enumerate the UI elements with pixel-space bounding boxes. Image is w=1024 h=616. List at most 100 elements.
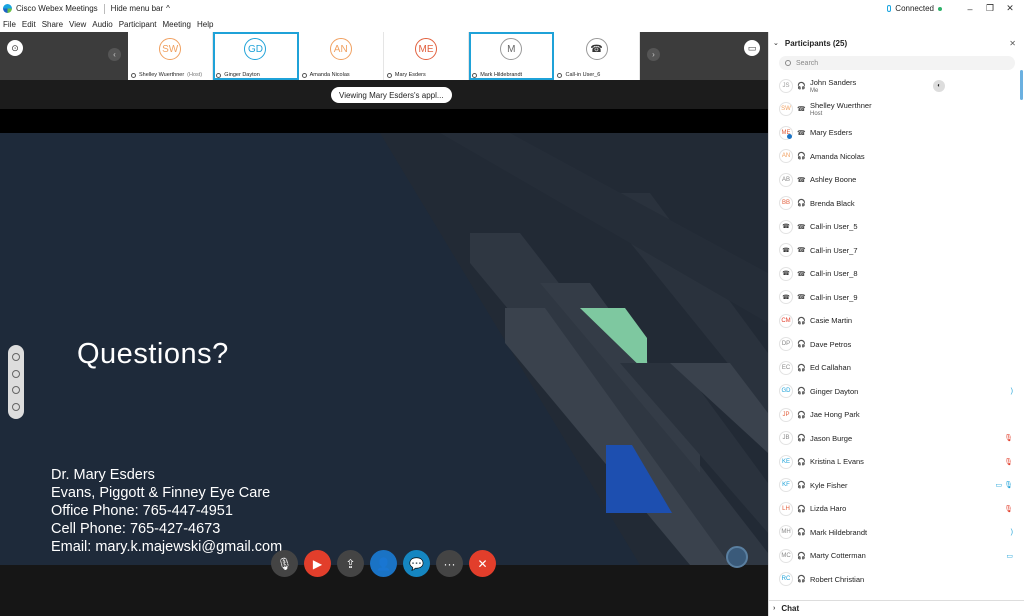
zoom-in-icon[interactable] <box>12 386 20 395</box>
filmstrip-tile[interactable]: ME Mary Esders <box>383 32 470 80</box>
avatar: AN <box>779 149 793 164</box>
participant-row[interactable]: KE 🎧 Kristina L Evans 🎙 <box>769 450 1019 474</box>
annotate-icon[interactable] <box>12 353 20 362</box>
participant-search-input[interactable]: Search <box>779 56 1015 70</box>
participant-name-block: Call-in User_9 <box>810 293 858 302</box>
menu-participant[interactable]: Participant <box>119 20 157 29</box>
more-options-button[interactable]: ··· <box>436 550 463 577</box>
participant-name-block: Amanda Nicolas <box>810 152 865 161</box>
restore-button[interactable]: ❐ <box>984 3 996 15</box>
participant-name: Call-in User_9 <box>810 292 858 302</box>
hide-menu-bar-button[interactable]: Hide menu bar ^ <box>111 4 170 13</box>
menu-meeting[interactable]: Meeting <box>163 20 191 29</box>
filmstrip-tile[interactable]: ☎ Call-in User_6 <box>554 32 640 80</box>
participant-row[interactable]: MC 🎧 Marty Cotterman ▭ <box>769 544 1019 568</box>
participant-row[interactable]: RC 🎧 Robert Christian <box>769 568 1019 592</box>
chat-button[interactable]: 💬 <box>403 550 430 577</box>
filmstrip-bar: ⊙ ‹ SW Shelley Wuerthner (Host) GD Ginger Da… <box>0 32 768 80</box>
mute-button[interactable]: 🎙 <box>271 550 298 577</box>
avatar: AN <box>329 38 352 60</box>
filmstrip-tile-name: Ginger Dayton <box>216 72 260 78</box>
headset-icon: 🎧 <box>797 341 806 349</box>
participant-row[interactable]: JS 🎧 John Sanders Me ◐ <box>769 74 1019 98</box>
menu-bar: File Edit Share View Audio Participant M… <box>0 17 1024 31</box>
participant-name-block: John Sanders Me <box>810 78 856 94</box>
viewing-share-label[interactable]: Viewing Mary Esders's appl... <box>331 87 452 103</box>
participant-name-block: Dave Petros <box>810 340 851 349</box>
participant-status-icon: ▭ <box>1006 552 1013 560</box>
participant-name-block: Brenda Black <box>810 199 855 208</box>
connection-status[interactable]: Connected <box>887 4 942 13</box>
participant-name: Mark Hildebrandt <box>810 527 868 537</box>
meeting-controls: 🎙 ▶ ⇪ 👤 💬 ··· ✕ <box>271 550 496 577</box>
annotation-toolbar <box>8 345 24 419</box>
participants-scrollbar[interactable] <box>1020 70 1023 100</box>
participant-row[interactable]: JB 🎧 Jason Burge 🎙 <box>769 427 1019 451</box>
menu-audio[interactable]: Audio <box>92 20 112 29</box>
participant-row[interactable]: MH 🎧 Mark Hildebrandt) <box>769 521 1019 545</box>
participant-row[interactable]: ☎ ☎ Call-in User_9 <box>769 286 1019 310</box>
participant-status-icon: ) <box>1010 528 1013 536</box>
leave-meeting-button[interactable]: ✕ <box>469 550 496 577</box>
self-view-bubble[interactable] <box>726 546 748 568</box>
participant-row[interactable]: LH 🎧 Lizda Haro 🎙 <box>769 497 1019 521</box>
more-actions-icon[interactable]: ◐ <box>933 79 945 92</box>
menu-edit[interactable]: Edit <box>22 20 36 29</box>
participant-name: Casie Martin <box>810 316 853 326</box>
participant-row[interactable]: BB 🎧 Brenda Black <box>769 192 1019 216</box>
close-window-button[interactable]: ✕ <box>1004 3 1016 15</box>
participant-row[interactable]: KF 🎧 Kyle Fisher ▭ 🎙 <box>769 474 1019 498</box>
share-button[interactable]: ⇪ <box>337 550 364 577</box>
sharing-indicator-icon <box>787 134 792 139</box>
participant-role: Host <box>810 111 823 118</box>
participant-name-block: Lizda Haro <box>810 504 846 513</box>
avatar: LH <box>779 501 793 516</box>
zoom-out-icon[interactable] <box>12 402 20 411</box>
video-button[interactable]: ▶ <box>304 550 331 577</box>
participant-row[interactable]: GD 🎧 Ginger Dayton) <box>769 380 1019 404</box>
participant-row[interactable]: ☎ ☎ Call-in User_8 <box>769 262 1019 286</box>
connected-dot-icon <box>938 6 942 11</box>
participant-row[interactable]: CM 🎧 Casie Martin <box>769 309 1019 333</box>
filmstrip-next-button[interactable]: › <box>647 48 660 61</box>
filmstrip-name-label: Call-in User_6 <box>565 72 601 78</box>
layout-icon[interactable]: ⊙ <box>7 40 23 56</box>
avatar: ☎ <box>779 266 793 281</box>
headset-icon: 🎧 <box>797 364 806 372</box>
menu-share[interactable]: Share <box>42 20 63 29</box>
filmstrip-tile-name: Amanda Nicolas <box>301 72 350 78</box>
menu-file[interactable]: File <box>3 20 16 29</box>
search-icon <box>785 60 791 66</box>
filmstrip-tile[interactable]: M Mark Hildebrandt <box>469 32 555 80</box>
participant-name: Brenda Black <box>810 198 855 208</box>
close-panel-button[interactable]: ✕ <box>1009 39 1016 48</box>
filmstrip-tile[interactable]: SW Shelley Wuerthner (Host) <box>128 32 214 80</box>
phone-icon: ☎ <box>797 106 806 114</box>
participant-row[interactable]: AB ☎ Ashley Boone <box>769 168 1019 192</box>
participant-name: Mary Esders <box>810 128 853 138</box>
participant-row[interactable]: DP 🎧 Dave Petros <box>769 333 1019 357</box>
filmstrip-tile[interactable]: AN Amanda Nicolas <box>298 32 384 80</box>
switch-view-icon[interactable]: ▭ <box>744 40 760 56</box>
pen-icon[interactable] <box>12 369 20 378</box>
participants-header[interactable]: ⌄ Participants (25) ✕ <box>769 32 1024 54</box>
avatar: RC <box>779 572 793 587</box>
participant-row[interactable]: ☎ ☎ Call-in User_5 <box>769 215 1019 239</box>
participant-row[interactable]: AN 🎧 Amanda Nicolas <box>769 145 1019 169</box>
participants-button[interactable]: 👤 <box>370 550 397 577</box>
filmstrip-tile[interactable]: GD Ginger Dayton <box>213 32 299 80</box>
menu-view[interactable]: View <box>69 20 86 29</box>
chat-section-header[interactable]: › Chat <box>769 600 1024 616</box>
filmstrip-prev-button[interactable]: ‹ <box>108 48 121 61</box>
participant-row[interactable]: ME ☎ Mary Esders <box>769 121 1019 145</box>
participant-row[interactable]: ☎ ☎ Call-in User_7 <box>769 239 1019 263</box>
participant-name: Shelley Wuerthner <box>810 101 872 111</box>
participant-row[interactable]: SW ☎ Shelley Wuerthner Host <box>769 98 1019 122</box>
title-bar: Cisco Webex Meetings Hide menu bar ^ Con… <box>0 0 1024 17</box>
headset-icon: 🎧 <box>797 317 806 325</box>
participant-row[interactable]: JP 🎧 Jae Hong Park <box>769 403 1019 427</box>
minimize-button[interactable]: – <box>964 3 976 15</box>
menu-help[interactable]: Help <box>197 20 213 29</box>
participant-row[interactable]: EC 🎧 Ed Callahan <box>769 356 1019 380</box>
participant-status-icon: 🎙 <box>1004 435 1013 443</box>
